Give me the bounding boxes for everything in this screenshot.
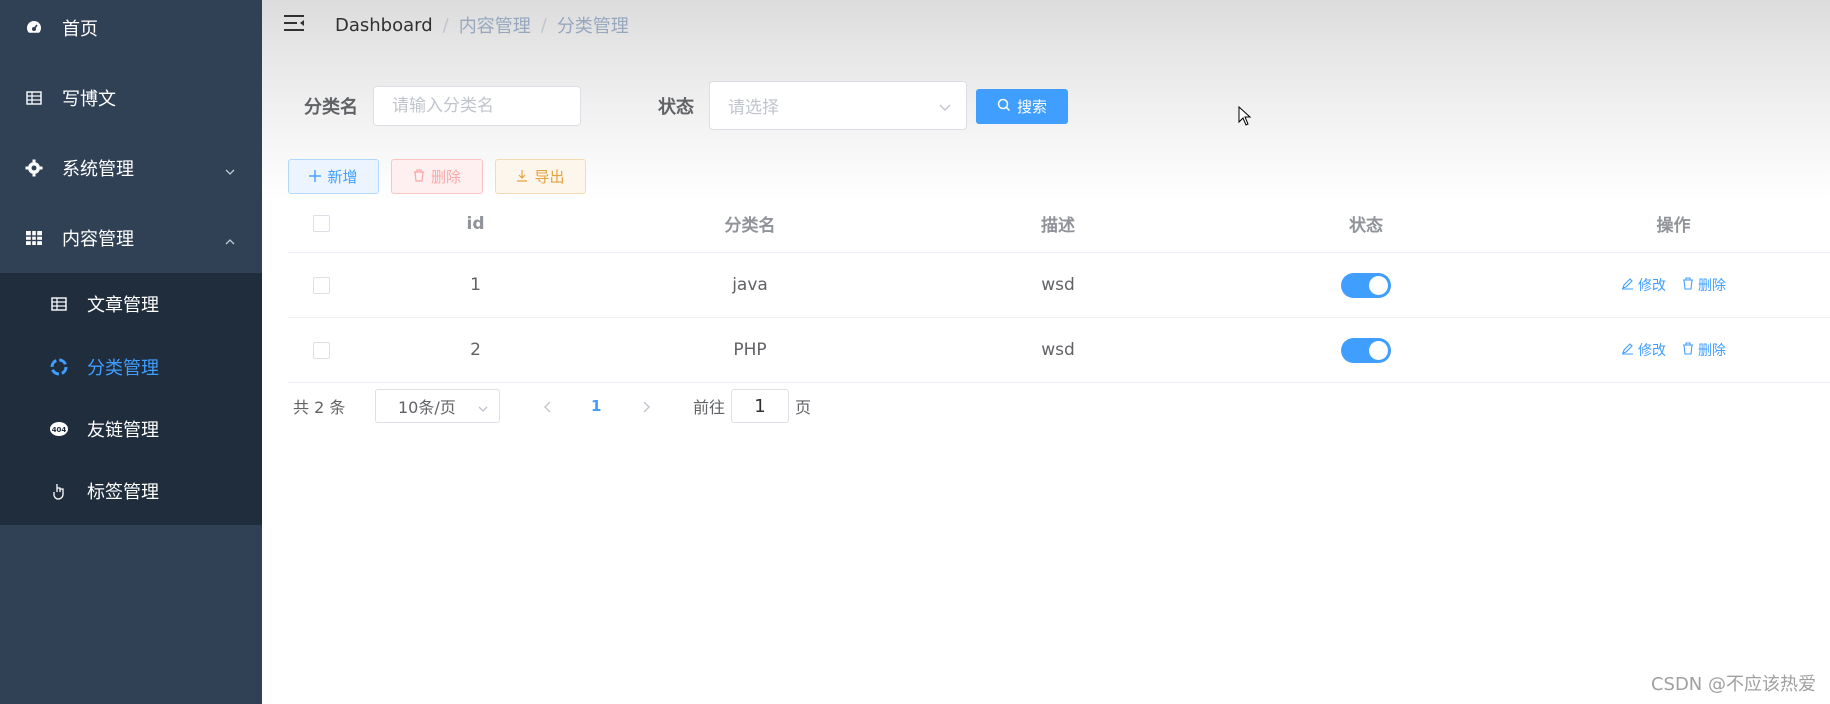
download-icon bbox=[516, 168, 528, 186]
status-select[interactable]: 请选择 bbox=[709, 81, 967, 130]
status-switch[interactable] bbox=[1341, 337, 1391, 363]
cell-name: PHP bbox=[733, 340, 767, 360]
status-switch[interactable] bbox=[1341, 272, 1391, 298]
sidebar-item-tags[interactable]: 标签管理 bbox=[0, 460, 262, 522]
page-number-current[interactable]: 1 bbox=[591, 397, 601, 415]
column-header-id: id bbox=[466, 213, 485, 234]
select-all-checkbox[interactable] bbox=[313, 215, 330, 232]
category-name-label: 分类名 bbox=[304, 97, 358, 118]
chevron-down-icon bbox=[938, 99, 952, 113]
hamburger-icon[interactable] bbox=[283, 13, 305, 33]
sidebar-item-label: 友链管理 bbox=[87, 420, 159, 441]
trash-icon bbox=[413, 168, 425, 186]
column-header-name: 分类名 bbox=[724, 216, 776, 236]
sidebar-item-label: 分类管理 bbox=[87, 358, 159, 379]
sidebar-item-label: 文章管理 bbox=[87, 295, 159, 316]
chevron-down-icon bbox=[224, 162, 236, 175]
404-icon: 404 bbox=[49, 419, 69, 439]
sidebar-item-content[interactable]: 内容管理 bbox=[0, 203, 262, 273]
trash-icon bbox=[1682, 276, 1694, 294]
submenu-content: 文章管理 分类管理 404 友链管理 标签管理 bbox=[0, 273, 262, 525]
breadcrumb-content: 内容管理 bbox=[458, 16, 531, 37]
row-checkbox[interactable] bbox=[313, 276, 330, 294]
sidebar-item-label: 标签管理 bbox=[87, 482, 159, 503]
chevron-down-icon bbox=[477, 400, 489, 412]
column-header-actions: 操作 bbox=[1656, 216, 1691, 236]
status-label: 状态 bbox=[658, 97, 694, 118]
main-content: Dashboard / 内容管理 / 分类管理 分类名 状态 请选择 搜索 新增… bbox=[262, 0, 1830, 704]
column-header-desc: 描述 bbox=[1041, 216, 1075, 236]
breadcrumb-dashboard[interactable]: Dashboard bbox=[335, 15, 433, 36]
breadcrumb: Dashboard / 内容管理 / 分类管理 bbox=[335, 12, 629, 38]
category-table: id 分类名 描述 状态 操作 1 java wsd 修改 删除 2 PHP w… bbox=[288, 195, 1830, 383]
sidebar-item-links[interactable]: 404 友链管理 bbox=[0, 398, 262, 460]
sidebar-item-home[interactable]: 首页 bbox=[0, 0, 262, 63]
edit-icon bbox=[1621, 342, 1634, 359]
next-page-icon[interactable] bbox=[639, 399, 653, 413]
breadcrumb-categories: 分类管理 bbox=[556, 16, 629, 37]
sidebar-item-system[interactable]: 系统管理 bbox=[0, 133, 262, 203]
page-size-select[interactable]: 10条/页 bbox=[375, 389, 500, 423]
sidebar: 首页 写博文 系统管理 内容管理 文章管理 分类管理 404 友链管理 标签管理 bbox=[0, 0, 262, 704]
cell-id: 2 bbox=[470, 340, 481, 360]
cell-desc: wsd bbox=[1041, 340, 1075, 360]
table-icon bbox=[24, 88, 44, 108]
hand-pointer-icon bbox=[49, 481, 69, 501]
dashboard-icon bbox=[24, 18, 44, 38]
sidebar-item-label: 首页 bbox=[62, 19, 98, 40]
column-header-status: 状态 bbox=[1349, 216, 1383, 236]
add-button[interactable]: 新增 bbox=[288, 159, 379, 194]
goto-label: 前往 bbox=[693, 398, 726, 417]
prev-page-icon[interactable] bbox=[541, 399, 555, 413]
sidebar-item-articles[interactable]: 文章管理 bbox=[0, 273, 262, 335]
sidebar-item-write[interactable]: 写博文 bbox=[0, 63, 262, 133]
mouse-cursor-icon bbox=[1238, 105, 1252, 126]
sidebar-item-categories[interactable]: 分类管理 bbox=[0, 336, 262, 398]
category-icon bbox=[49, 357, 69, 377]
svg-text:404: 404 bbox=[52, 426, 67, 434]
pagination-total: 共 2 条 bbox=[293, 398, 346, 417]
search-icon bbox=[997, 98, 1011, 116]
table-row: 1 java wsd 修改 删除 bbox=[288, 253, 1830, 318]
gear-icon bbox=[24, 158, 44, 178]
table-row: 2 PHP wsd 修改 删除 bbox=[288, 318, 1830, 383]
cell-desc: wsd bbox=[1041, 275, 1075, 295]
table-header: id 分类名 描述 状态 操作 bbox=[288, 195, 1830, 253]
row-checkbox[interactable] bbox=[313, 341, 330, 359]
sidebar-item-label: 内容管理 bbox=[62, 229, 134, 250]
delete-button[interactable]: 删除 bbox=[1682, 340, 1726, 360]
plus-icon bbox=[309, 168, 322, 186]
delete-button[interactable]: 删除 bbox=[1682, 275, 1726, 295]
trash-icon bbox=[1682, 341, 1694, 359]
edit-icon bbox=[1621, 277, 1634, 294]
chevron-up-icon bbox=[224, 232, 236, 245]
export-button[interactable]: 导出 bbox=[495, 159, 586, 194]
edit-button[interactable]: 修改 bbox=[1621, 275, 1666, 295]
batch-delete-button[interactable]: 删除 bbox=[391, 159, 483, 194]
grid-icon bbox=[24, 228, 44, 248]
goto-unit-label: 页 bbox=[795, 398, 812, 417]
cell-id: 1 bbox=[470, 275, 481, 295]
goto-page-input[interactable]: 1 bbox=[731, 389, 789, 423]
sidebar-item-label: 系统管理 bbox=[62, 159, 134, 180]
table-icon bbox=[49, 294, 69, 314]
cell-name: java bbox=[732, 275, 768, 295]
watermark: CSDN @不应该热爱 bbox=[1650, 674, 1816, 695]
search-button[interactable]: 搜索 bbox=[976, 89, 1068, 124]
status-select-placeholder: 请选择 bbox=[728, 98, 779, 118]
category-name-input[interactable] bbox=[373, 86, 581, 126]
sidebar-item-label: 写博文 bbox=[62, 89, 116, 110]
edit-button[interactable]: 修改 bbox=[1621, 340, 1666, 360]
